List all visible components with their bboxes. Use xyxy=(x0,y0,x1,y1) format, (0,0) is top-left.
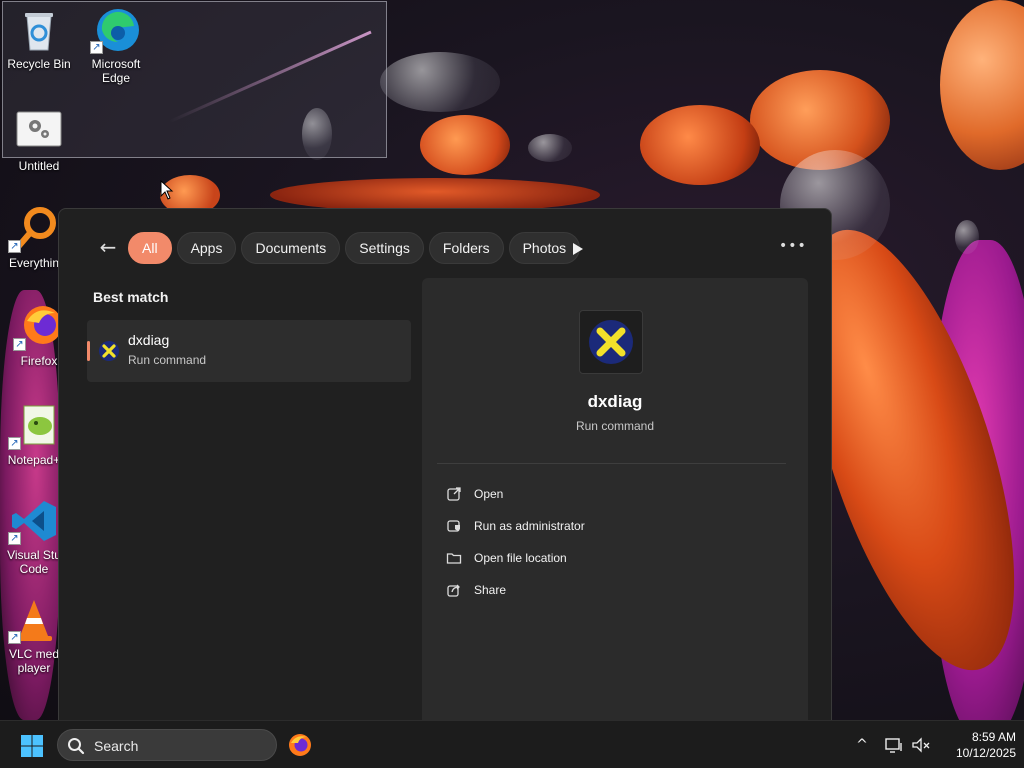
desktop-icon-label: Microsoft Edge xyxy=(91,57,141,85)
settings-file-icon xyxy=(15,108,63,156)
more-filters-play-icon[interactable] xyxy=(567,239,587,259)
taskbar-firefox-icon[interactable] xyxy=(288,733,312,757)
recycle-bin-icon xyxy=(15,6,63,54)
taskbar: Search ^ 8:59 AM 10/12/2025 xyxy=(0,720,1024,768)
desktop-icon-microsoft-edge[interactable]: ↗ Microsoft Edge xyxy=(78,6,154,85)
shield-admin-icon xyxy=(447,520,460,532)
shortcut-arrow-icon: ↗ xyxy=(8,240,21,253)
firefox-icon: ↗ xyxy=(13,303,63,351)
detail-name: dxdiag xyxy=(587,392,643,411)
shortcut-arrow-icon: ↗ xyxy=(8,437,21,450)
search-filter-chips: All Apps Documents Settings Folders Phot… xyxy=(128,232,581,264)
action-run-as-administrator[interactable]: Run as administrator xyxy=(446,514,585,538)
share-icon xyxy=(447,584,460,597)
taskbar-search-placeholder: Search xyxy=(94,738,139,754)
result-name: dxdiag xyxy=(128,332,170,348)
mouse-cursor-icon xyxy=(160,179,174,200)
notepad-plus-plus-icon: ↗ xyxy=(8,402,58,450)
filter-chip-settings[interactable]: Settings xyxy=(345,232,424,264)
clock-time: 8:59 AM xyxy=(971,730,1016,744)
action-label: Share xyxy=(474,583,507,597)
action-open[interactable]: Open xyxy=(446,482,503,506)
best-match-result-dxdiag[interactable]: dxdiag Run command xyxy=(87,320,411,382)
directx-large-icon xyxy=(579,310,643,374)
desktop-icon-label: Untitled xyxy=(18,159,60,173)
result-detail-pane: dxdiag Run command Open Run as administr… xyxy=(422,278,808,721)
detail-type: Run command xyxy=(575,419,655,433)
taskbar-search-box[interactable]: Search xyxy=(57,729,277,761)
filter-chip-apps[interactable]: Apps xyxy=(176,232,237,264)
directx-icon xyxy=(98,340,120,362)
back-arrow-icon[interactable]: ← xyxy=(95,233,121,261)
desktop-icon-label: Recycle Bin xyxy=(7,57,71,71)
taskbar-clock[interactable]: 8:59 AM 10/12/2025 xyxy=(936,729,1016,761)
selection-accent-bar xyxy=(87,341,90,361)
network-icon[interactable] xyxy=(884,735,904,755)
edge-icon: ↗ xyxy=(90,6,140,54)
shortcut-arrow-icon: ↗ xyxy=(13,338,26,351)
filter-chip-documents[interactable]: Documents xyxy=(241,232,341,264)
shortcut-arrow-icon: ↗ xyxy=(8,532,21,545)
action-label: Run as administrator xyxy=(474,519,585,533)
shortcut-arrow-icon: ↗ xyxy=(8,631,21,644)
everything-search-icon: ↗ xyxy=(8,205,58,253)
best-match-heading: Best match xyxy=(93,289,169,305)
vlc-icon: ↗ xyxy=(8,596,58,644)
vscode-icon: ↗ xyxy=(8,497,58,545)
volume-muted-icon[interactable] xyxy=(911,735,931,755)
shortcut-arrow-icon: ↗ xyxy=(90,41,103,54)
action-label: Open xyxy=(474,487,504,501)
filter-chip-folders[interactable]: Folders xyxy=(428,232,504,264)
detail-divider xyxy=(437,463,786,464)
more-options-icon[interactable]: ••• xyxy=(779,235,806,257)
open-external-icon xyxy=(447,487,461,501)
clock-date: 10/12/2025 xyxy=(955,746,1016,760)
desktop-icon-recycle-bin[interactable]: Recycle Bin xyxy=(1,6,77,71)
desktop-icon-untitled[interactable]: Untitled xyxy=(1,108,77,173)
tray-overflow-chevron-icon[interactable]: ^ xyxy=(852,735,872,755)
search-panel: ← All Apps Documents Settings Folders Ph… xyxy=(58,208,832,721)
search-icon xyxy=(67,737,85,755)
result-type: Run command xyxy=(128,353,207,367)
windows-start-icon[interactable] xyxy=(20,734,44,758)
folder-icon xyxy=(446,553,462,564)
action-open-file-location[interactable]: Open file location xyxy=(446,546,567,570)
action-share[interactable]: Share xyxy=(446,578,506,602)
action-label: Open file location xyxy=(474,551,567,565)
filter-chip-all[interactable]: All xyxy=(128,232,172,264)
